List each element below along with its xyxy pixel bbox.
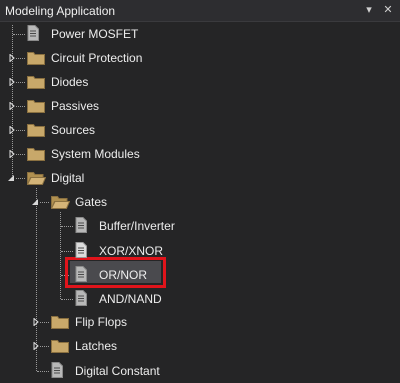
tree-item-gates[interactable]: Gates xyxy=(0,192,400,212)
tree-item-system-modules[interactable]: System Modules xyxy=(0,144,400,164)
folder-icon xyxy=(27,146,45,161)
tree-item-buffer-inverter[interactable]: Buffer/Inverter xyxy=(0,216,400,236)
folder-icon xyxy=(51,338,69,353)
expand-arrow-icon[interactable] xyxy=(8,150,16,158)
tree-item-label: Digital xyxy=(51,171,85,185)
tree-item-or-nor[interactable]: OR/NOR xyxy=(0,265,400,285)
expand-arrow-icon[interactable] xyxy=(8,54,16,62)
expand-arrow-icon[interactable] xyxy=(32,342,40,350)
document-icon xyxy=(27,25,39,41)
tree-item-diodes[interactable]: Diodes xyxy=(0,72,400,92)
document-icon xyxy=(75,290,87,306)
tree-item-sources[interactable]: Sources xyxy=(0,120,400,140)
tree-item-label: Gates xyxy=(75,195,108,209)
tree-item-label: Latches xyxy=(75,339,118,353)
tree-item-label: AND/NAND xyxy=(99,292,162,306)
tree-item-label: Diodes xyxy=(51,75,89,89)
folder-icon xyxy=(27,50,45,65)
collapse-arrow-icon[interactable] xyxy=(31,198,39,206)
tree-item-xor-xnor[interactable]: XOR/XNOR xyxy=(0,240,400,260)
expand-arrow-icon[interactable] xyxy=(8,102,16,110)
tree-item-label: Power MOSFET xyxy=(51,27,139,41)
tree-item-label: OR/NOR xyxy=(99,268,147,282)
folder-icon xyxy=(27,74,45,89)
tree-item-circuit-protection[interactable]: Circuit Protection xyxy=(0,48,400,68)
folder-icon xyxy=(27,98,45,113)
tree-item-label: XOR/XNOR xyxy=(99,244,164,258)
tree-item-power-mosfet[interactable]: Power MOSFET xyxy=(0,24,400,44)
collapse-arrow-icon[interactable] xyxy=(7,174,15,182)
document-icon xyxy=(51,362,63,378)
tree-item-digital-constant[interactable]: Digital Constant xyxy=(0,361,400,381)
expand-arrow-icon[interactable] xyxy=(8,126,16,134)
tree-item-passives[interactable]: Passives xyxy=(0,96,400,116)
tree-item-flip-flops[interactable]: Flip Flops xyxy=(0,312,400,332)
folder-icon xyxy=(51,314,69,329)
close-icon[interactable]: ✕ xyxy=(381,3,395,17)
tree-item-label: System Modules xyxy=(51,147,140,161)
tree-item-label: Circuit Protection xyxy=(51,51,143,65)
expand-arrow-icon[interactable] xyxy=(8,78,16,86)
tree-item-and-nand[interactable]: AND/NAND xyxy=(0,289,400,309)
expand-arrow-icon[interactable] xyxy=(32,318,40,326)
panel-titlebar: Modeling Application ▾ ✕ xyxy=(0,0,400,22)
panel-title: Modeling Application xyxy=(5,4,116,18)
dropdown-icon[interactable]: ▾ xyxy=(362,3,376,17)
folder-icon xyxy=(27,122,45,137)
document-icon xyxy=(75,217,87,233)
tree-item-digital[interactable]: Digital xyxy=(0,168,400,188)
open-folder-icon xyxy=(27,170,46,185)
component-tree: Power MOSFET Circuit Protection Diodes P… xyxy=(0,22,400,383)
tree-item-latches[interactable]: Latches xyxy=(0,336,400,356)
document-icon xyxy=(75,242,87,258)
document-icon xyxy=(75,266,87,282)
tree-item-label: Digital Constant xyxy=(75,364,160,378)
tree-item-label: Buffer/Inverter xyxy=(99,219,175,233)
tree-item-label: Flip Flops xyxy=(75,315,128,329)
open-folder-icon xyxy=(51,194,70,209)
tree-item-label: Sources xyxy=(51,123,96,137)
tree-item-label: Passives xyxy=(51,99,100,113)
